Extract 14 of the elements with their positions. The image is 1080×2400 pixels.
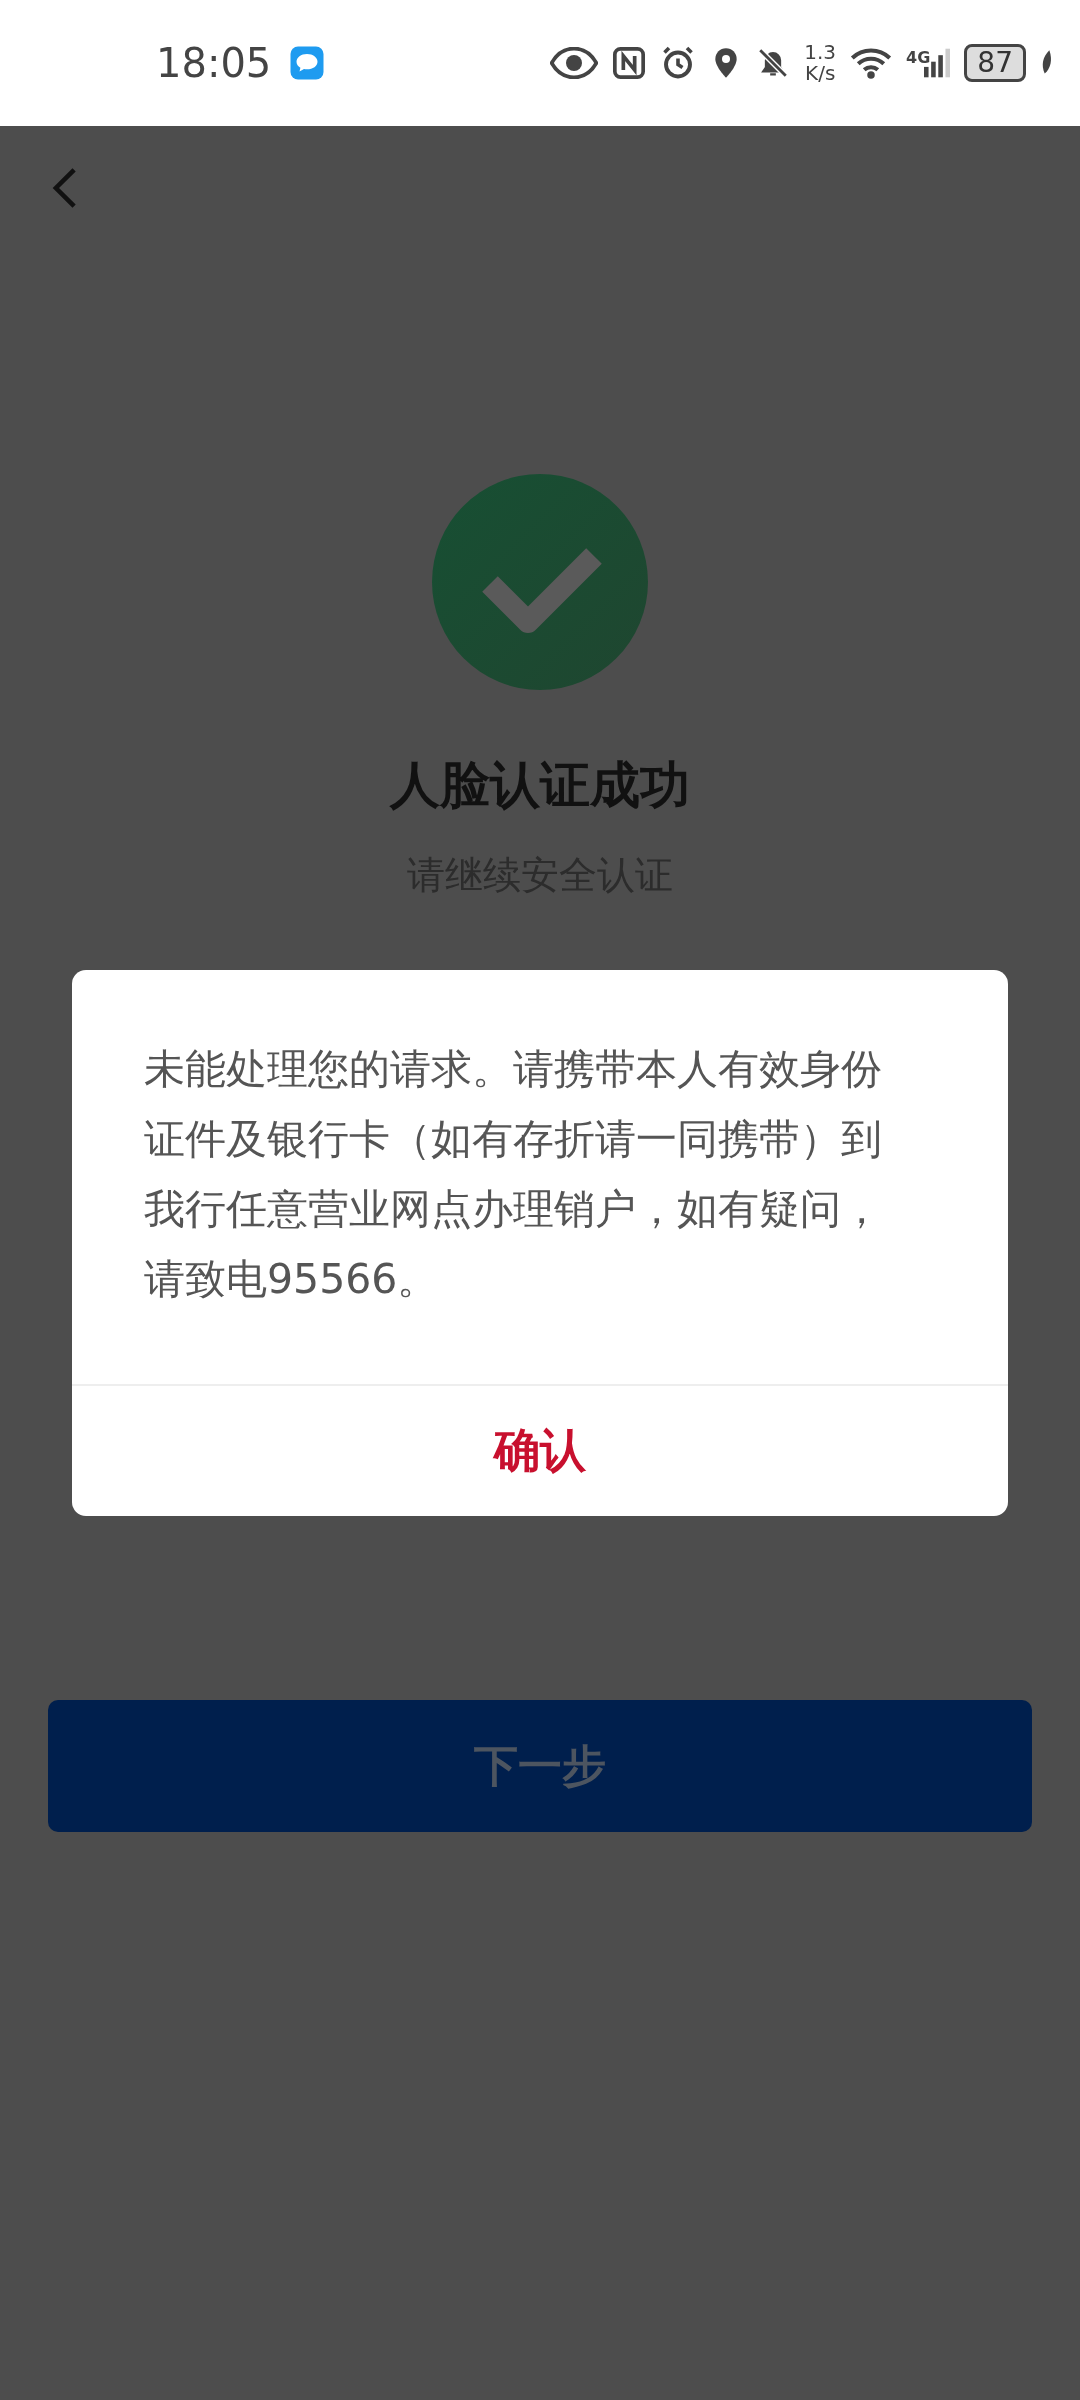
confirm-button[interactable]: 确认 xyxy=(72,1386,1008,1516)
dialog-message: 未能处理您的请求。请携带本人有效身份证件及银行卡（如有存折请一同携带）到我行任意营业网点办理销户，如有疑问，请致电95566。 xyxy=(72,970,1008,1386)
battery-indicator: 87 xyxy=(964,44,1026,82)
speed-value: 1.3 xyxy=(804,42,837,63)
nfc-icon xyxy=(612,46,647,80)
wifi-icon xyxy=(850,46,893,80)
back-icon[interactable] xyxy=(52,166,78,210)
message-icon xyxy=(289,45,326,81)
eye-icon xyxy=(550,47,599,79)
network-type: 4G xyxy=(906,48,931,67)
page-title: 人脸认证成功 xyxy=(390,755,690,816)
speed-unit: K/s xyxy=(805,63,836,84)
status-time: 18:05 xyxy=(156,40,272,86)
success-check-icon xyxy=(432,474,648,690)
